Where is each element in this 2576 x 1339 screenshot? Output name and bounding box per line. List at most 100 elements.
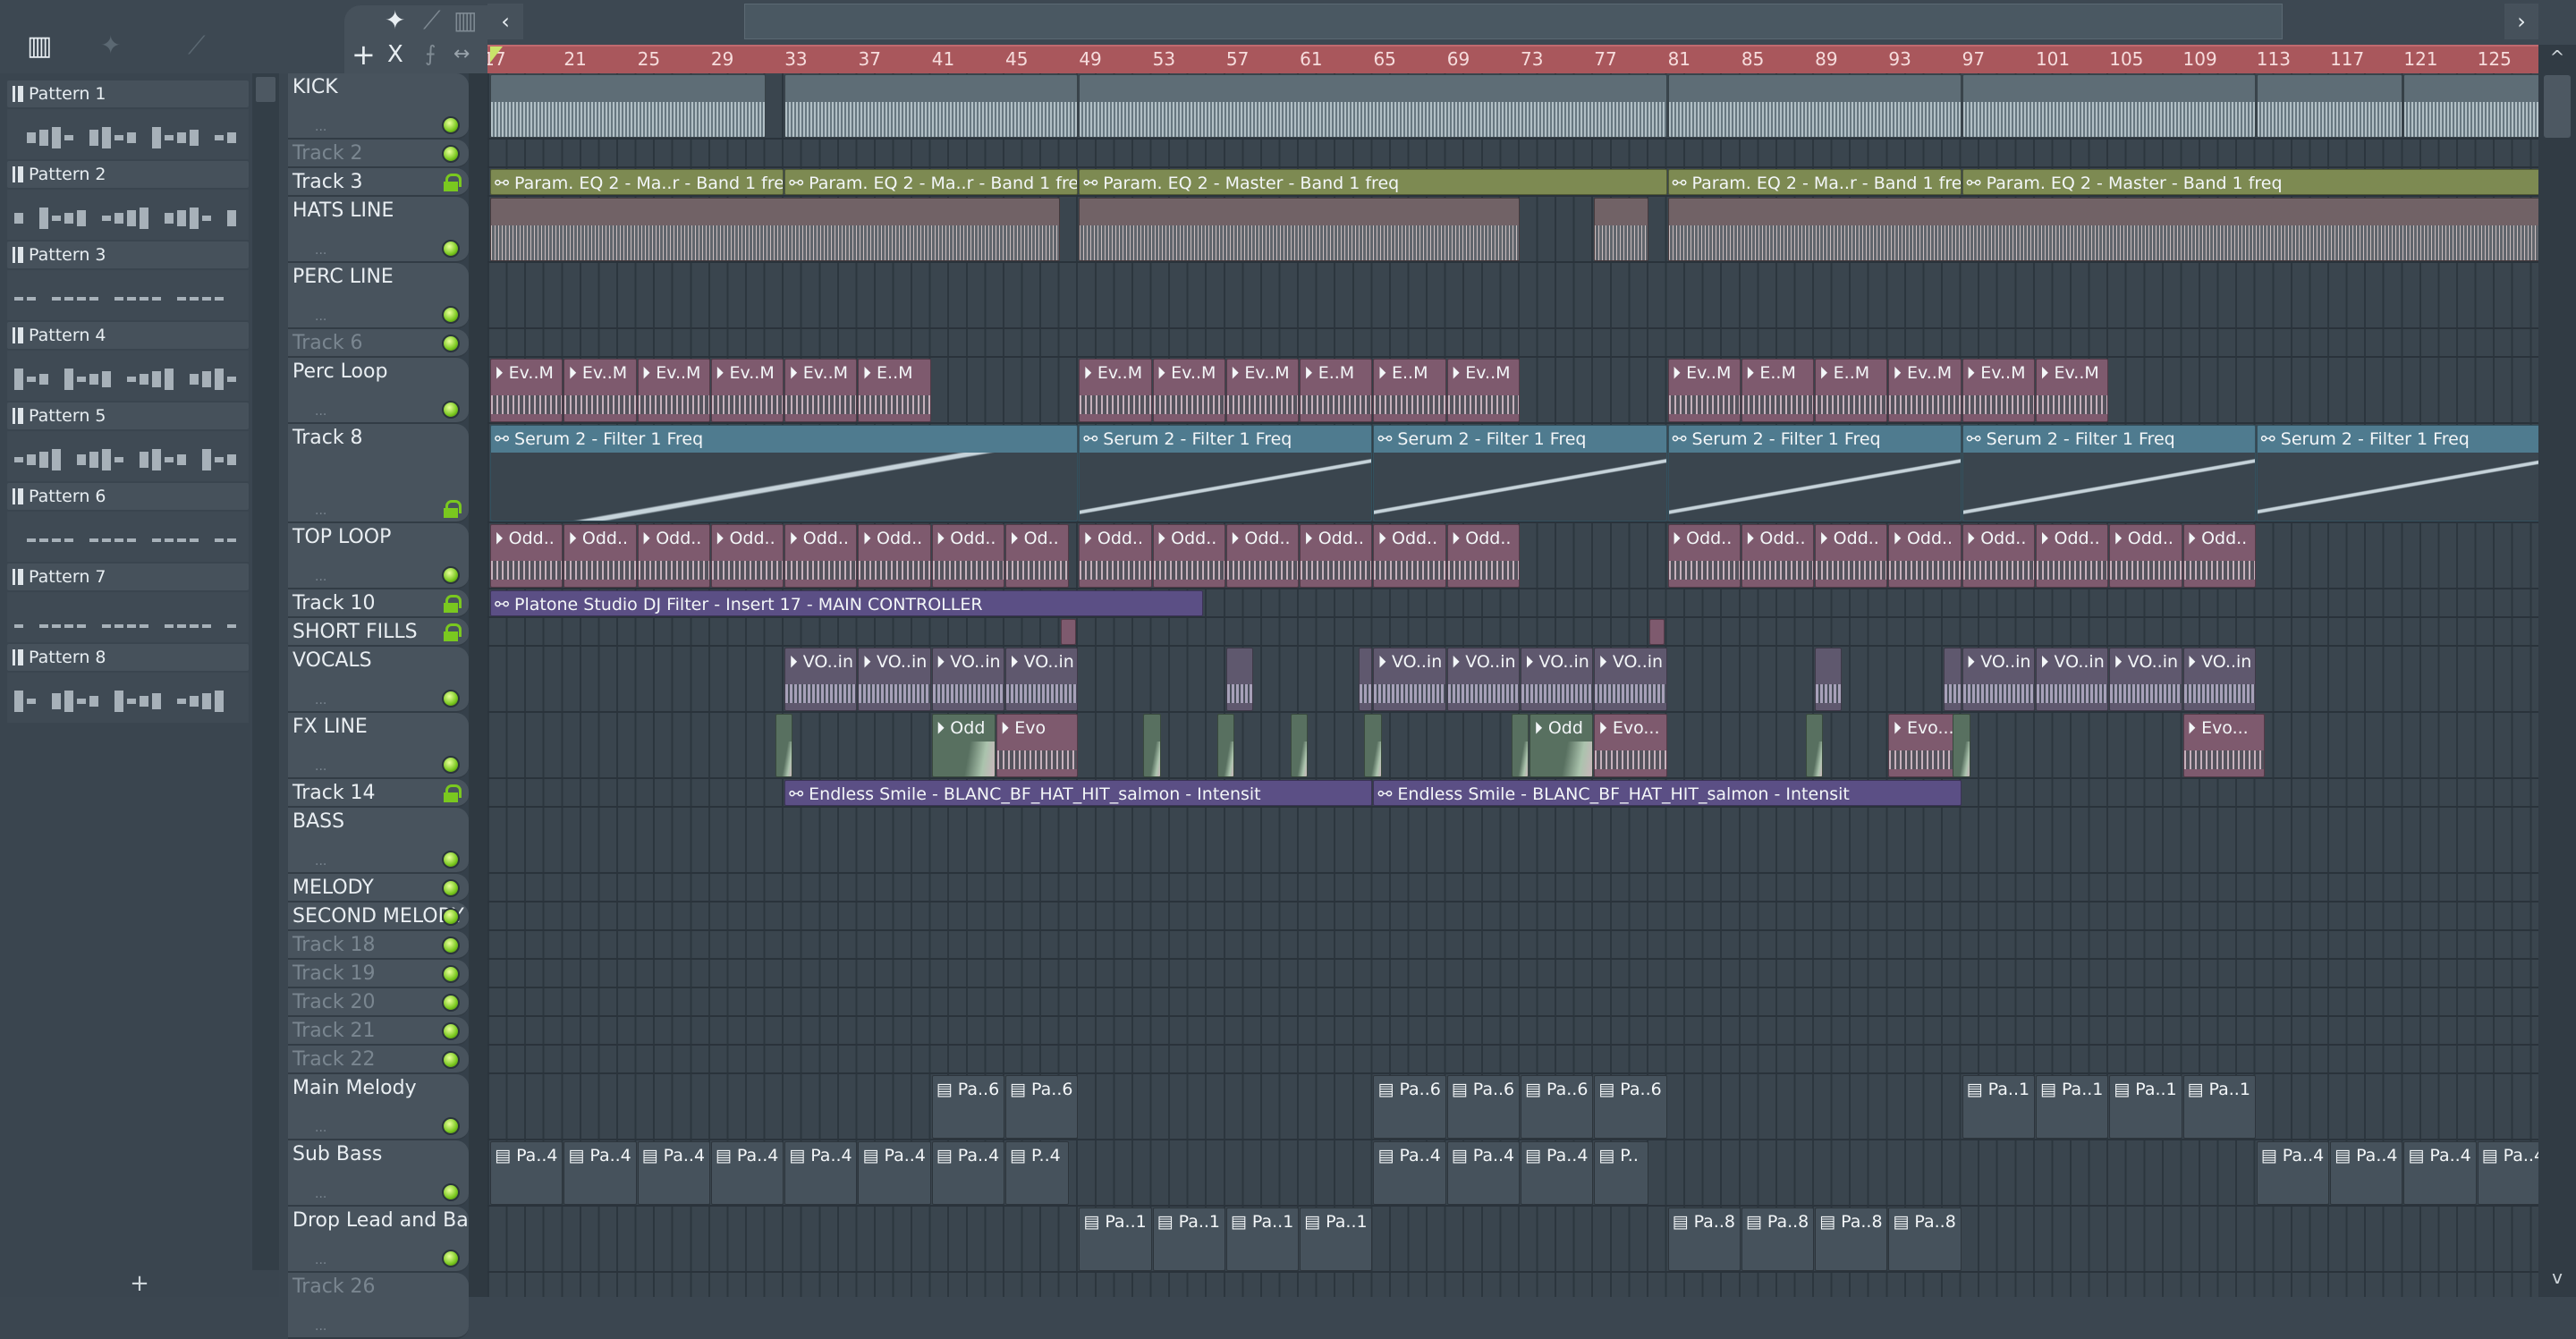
clip[interactable]: ▤ Pa..8 <box>1815 1208 1888 1271</box>
clip[interactable]: ⏵ VO..in <box>2035 648 2109 711</box>
clip[interactable] <box>1962 74 2256 138</box>
clip[interactable] <box>1953 714 1970 777</box>
clip[interactable]: ▤ Pa..4 <box>931 1141 1005 1205</box>
clip[interactable]: ⚯ Param. EQ 2 - Master - Band 1 freq <box>1079 169 1667 195</box>
clip[interactable]: ⚯ Serum 2 - Filter 1 Freq <box>490 425 1079 521</box>
pattern-header[interactable]: Pattern 5 <box>7 403 249 429</box>
lock-icon[interactable] <box>444 595 462 613</box>
track-header[interactable]: Track 2 <box>288 140 469 168</box>
mute-led-icon[interactable] <box>442 116 460 134</box>
clip[interactable]: ⏵ Odd <box>931 714 996 777</box>
clip[interactable]: ⏵ Odd.. <box>1225 524 1300 588</box>
track-header[interactable]: Track 10 <box>288 589 469 618</box>
pattern-item[interactable]: Pattern 7 <box>7 564 249 642</box>
track-name[interactable]: VOCALS <box>292 649 372 672</box>
clip[interactable]: ⏵ Odd.. <box>1888 524 1962 588</box>
clip[interactable]: ▤ Pa..4 <box>1373 1141 1446 1205</box>
track-header[interactable]: FX LINE... <box>288 713 469 779</box>
track-header[interactable]: KICK... <box>288 73 469 140</box>
pattern-item[interactable]: Pattern 1 <box>7 81 249 159</box>
track-header[interactable]: MELODY <box>288 874 469 903</box>
clip[interactable]: ▤ Pa..8 <box>1667 1208 1741 1271</box>
clip[interactable]: ⏵ E..M <box>858 359 931 422</box>
track-name[interactable]: HATS LINE <box>292 199 394 222</box>
vertical-scrollbar[interactable]: ^ v <box>2538 45 2576 1297</box>
clip[interactable]: ⏵ Odd.. <box>2035 524 2109 588</box>
clip[interactable]: ▤ Pa..6 <box>931 1075 1005 1139</box>
lock-icon[interactable] <box>444 784 462 802</box>
mute-led-icon[interactable] <box>442 994 460 1012</box>
clip[interactable]: ▤ Pa..6 <box>1521 1075 1594 1139</box>
clip[interactable]: ⏵ VO..in <box>1373 648 1446 711</box>
clip[interactable]: ▤ Pa..4 <box>2403 1141 2477 1205</box>
clip[interactable]: ▤ Pa..4 <box>637 1141 710 1205</box>
stretch-icon[interactable]: ↔ <box>453 43 470 65</box>
clip[interactable]: ⚯ Serum 2 - Filter 1 Freq <box>2256 425 2538 521</box>
clip[interactable]: ▤ Pa..4 <box>2330 1141 2403 1205</box>
clip[interactable]: ⏵ VO..in <box>1446 648 1520 711</box>
clip[interactable]: ▤ Pa..4 <box>2256 1141 2330 1205</box>
clip[interactable]: ⏵ VO..in <box>2109 648 2182 711</box>
clip[interactable]: ⏵ Odd.. <box>1446 524 1520 588</box>
mute-led-icon[interactable] <box>442 965 460 983</box>
track-name[interactable]: Track 21 <box>292 1020 376 1042</box>
track-header[interactable]: Track 14 <box>288 779 469 808</box>
track-name[interactable]: Track 2 <box>292 142 363 165</box>
track-header[interactable]: Track 22 <box>288 1046 469 1074</box>
clip[interactable]: ⏵ Ev..M <box>1962 359 2035 422</box>
track-menu-icon[interactable]: ... <box>315 1187 326 1201</box>
pattern-header[interactable]: Pattern 7 <box>7 564 249 590</box>
clip[interactable] <box>490 74 766 138</box>
clip[interactable]: ⚯ Serum 2 - Filter 1 Freq <box>1962 425 2256 521</box>
clip[interactable]: ▤ Pa..4 <box>784 1141 858 1205</box>
track-name[interactable]: SHORT FILLS <box>292 621 418 643</box>
clip[interactable]: ⏵ Evo <box>996 714 1079 777</box>
clip[interactable]: ⏵ Ev..M <box>2035 359 2109 422</box>
clip[interactable]: ⚯ Param. EQ 2 - Ma..r - Band 1 freq <box>490 169 784 195</box>
track-name[interactable]: Track 6 <box>292 332 363 354</box>
clip[interactable]: ▤ Pa..4 <box>564 1141 637 1205</box>
mute-led-icon[interactable] <box>442 908 460 926</box>
clip[interactable]: ▤ Pa..4 <box>1521 1141 1594 1205</box>
clip[interactable] <box>1805 714 1824 777</box>
playlist-overview[interactable] <box>744 4 2283 39</box>
add-pattern-button[interactable]: + <box>0 1270 279 1297</box>
track-menu-icon[interactable]: ... <box>315 309 326 324</box>
track-name[interactable]: BASS <box>292 810 344 833</box>
clip[interactable]: ▤ Pa..8 <box>1888 1208 1962 1271</box>
track-menu-icon[interactable]: ... <box>315 854 326 869</box>
clip[interactable]: ⚯ Serum 2 - Filter 1 Freq <box>1079 425 1373 521</box>
piano-icon[interactable]: ▥ <box>453 5 477 35</box>
clip[interactable]: ▤ Pa..1 <box>1079 1208 1152 1271</box>
scrollbar-thumb[interactable] <box>256 77 275 102</box>
track-name[interactable]: Track 18 <box>292 934 376 956</box>
clip[interactable]: ▤ Pa..6 <box>1446 1075 1520 1139</box>
track-name[interactable]: MELODY <box>292 877 374 899</box>
clip[interactable]: ⏵ Odd.. <box>2109 524 2182 588</box>
track-name[interactable]: PERC LINE <box>292 266 394 288</box>
track-menu-icon[interactable]: ... <box>315 759 326 774</box>
clip[interactable]: ⏵ VO..in <box>858 648 931 711</box>
mute-led-icon[interactable] <box>442 879 460 897</box>
clip[interactable]: ⏵ Od.. <box>1005 524 1070 588</box>
mute-led-icon[interactable] <box>442 335 460 352</box>
clip[interactable]: ▤ Pa..4 <box>2477 1141 2538 1205</box>
clip[interactable]: ▤ P..4 <box>1005 1141 1070 1205</box>
clip[interactable] <box>1225 648 1253 711</box>
clip[interactable]: ⏵ E..M <box>1373 359 1446 422</box>
mute-led-icon[interactable] <box>442 851 460 869</box>
clip[interactable]: ⏵ Odd.. <box>1152 524 1225 588</box>
clip[interactable] <box>1358 648 1373 711</box>
clip[interactable]: ⚯ Serum 2 - Filter 1 Freq <box>1373 425 1667 521</box>
scrollbar-thumb[interactable] <box>2544 75 2571 138</box>
clip[interactable]: ⚯ Endless Smile - BLANC_BF_HAT_HIT_salmo… <box>784 780 1373 806</box>
clip[interactable]: ⏵ VO..in <box>1962 648 2035 711</box>
clip[interactable]: ▤ Pa..4 <box>1446 1141 1520 1205</box>
clip[interactable]: ⏵ Evo... <box>1594 714 1667 777</box>
clip[interactable]: ⏵ Odd <box>1530 714 1594 777</box>
clip[interactable]: ▤ Pa..8 <box>1741 1208 1815 1271</box>
clip[interactable] <box>1648 619 1665 645</box>
track-header[interactable]: Sub Bass... <box>288 1140 469 1207</box>
pattern-header[interactable]: Pattern 3 <box>7 242 249 268</box>
pattern-item[interactable]: Pattern 2 <box>7 161 249 240</box>
